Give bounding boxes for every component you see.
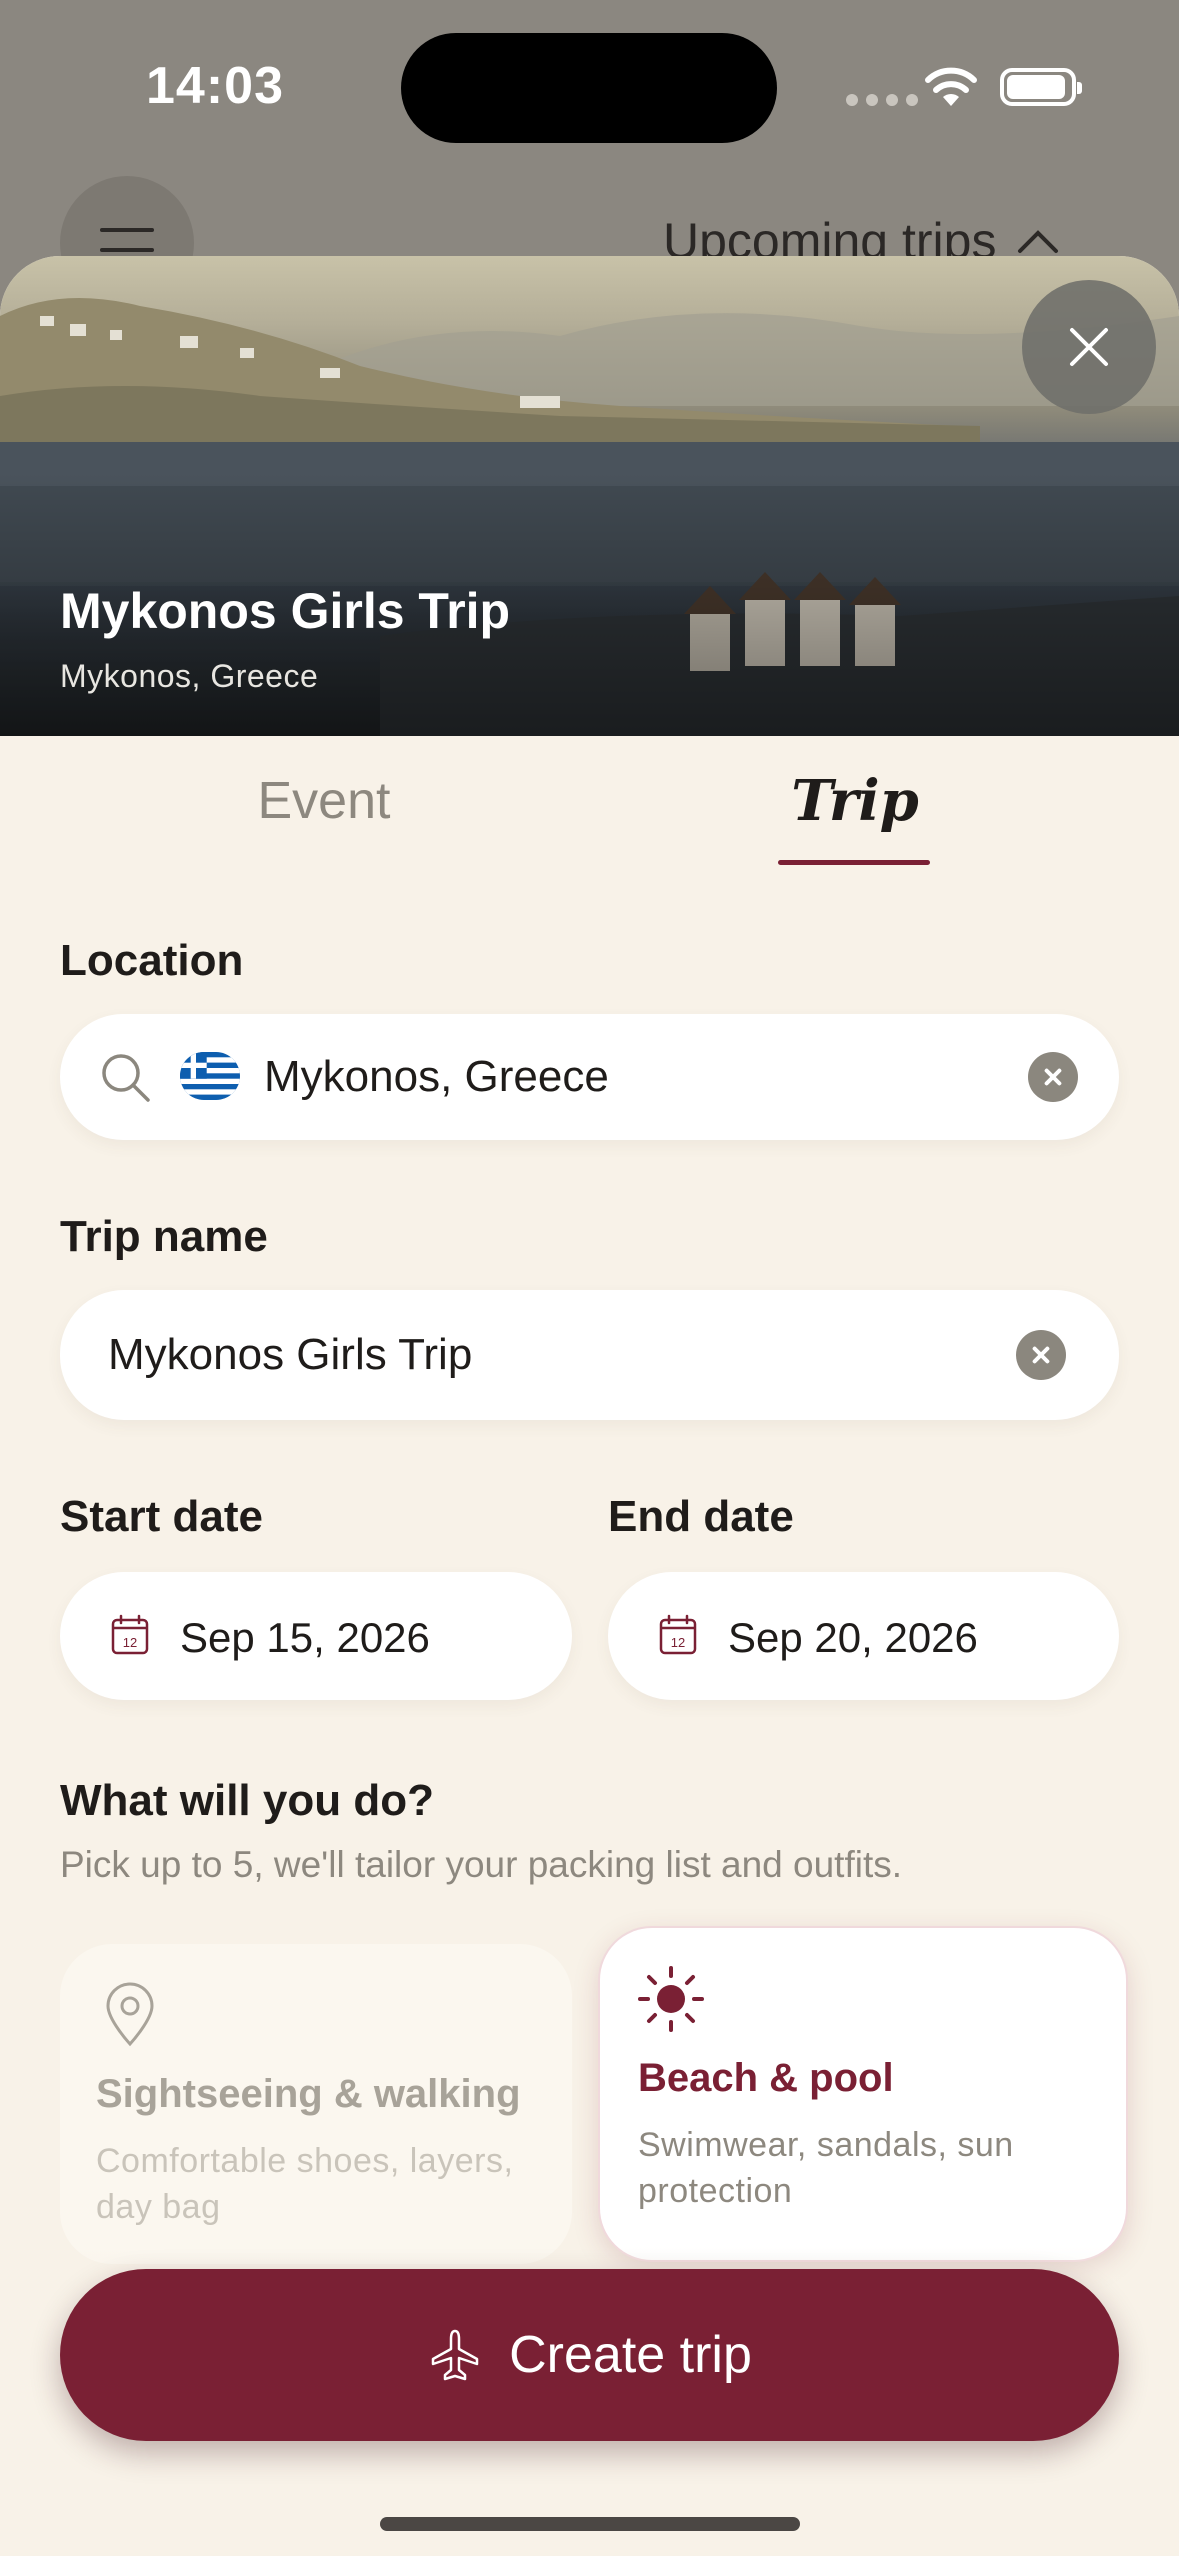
start-date-label: Start date	[60, 1492, 263, 1541]
location-label: Location	[60, 936, 244, 985]
hero-subtitle: Mykonos, Greece	[60, 658, 319, 694]
trip-name-label: Trip name	[60, 1212, 268, 1261]
tab-selected-indicator	[778, 860, 930, 865]
tab-trip[interactable]: Trip	[745, 736, 965, 866]
menu-line	[100, 228, 154, 232]
start-date-value: Sep 15, 2026	[180, 1614, 430, 1661]
trip-name-field[interactable]: Mykonos Girls Trip	[60, 1290, 1119, 1420]
tab-event[interactable]: Event	[0, 736, 648, 866]
activity-description: Comfortable shoes, layers, day bag	[96, 2142, 514, 2226]
location-search-field[interactable]: Mykonos, Greece	[60, 1014, 1119, 1140]
location-pin-icon	[106, 1982, 154, 2047]
end-date-field[interactable]: 12 Sep 20, 2026	[608, 1572, 1119, 1700]
end-date-label: End date	[608, 1492, 794, 1541]
calendar-icon-day: 12	[123, 1635, 137, 1650]
battery-icon	[1000, 68, 1082, 106]
activity-card-sightseeing[interactable]: Sightseeing & walking Comfortable shoes,…	[60, 1944, 572, 2264]
hero-title: Mykonos Girls Trip	[60, 583, 511, 639]
chevron-up-icon	[1018, 230, 1059, 253]
mode-tabs: Event Trip	[0, 736, 1179, 876]
greece-flag-icon	[180, 1052, 240, 1100]
clear-location-button[interactable]	[1028, 1052, 1078, 1102]
calendar-icon: 12	[111, 1614, 149, 1655]
home-indicator	[380, 2517, 800, 2531]
wifi-icon	[925, 67, 977, 106]
close-button[interactable]	[1022, 280, 1156, 414]
trip-name-value: Mykonos Girls Trip	[108, 1330, 473, 1379]
dynamic-island	[401, 33, 777, 143]
calendar-icon: 12	[659, 1614, 697, 1655]
activity-description: Swimwear, sandals, sun protection	[638, 2126, 1014, 2210]
activity-title: Sightseeing & walking	[96, 2072, 521, 2116]
calendar-icon-day: 12	[671, 1635, 685, 1650]
activity-title: Beach & pool	[638, 2056, 894, 2100]
status-time: 14:03	[146, 57, 284, 115]
close-icon	[1070, 328, 1108, 366]
activities-title: What will you do?	[60, 1776, 434, 1825]
activities-subtitle: Pick up to 5, we'll tailor your packing …	[60, 1844, 903, 1885]
location-value: Mykonos, Greece	[264, 1052, 609, 1101]
start-date-field[interactable]: 12 Sep 15, 2026	[60, 1572, 572, 1700]
airplane-icon	[431, 2329, 479, 2381]
cellular-signal-icon	[846, 94, 918, 106]
sun-icon	[638, 1966, 704, 2032]
search-icon	[102, 1054, 150, 1102]
clear-trip-name-button[interactable]	[1016, 1330, 1066, 1380]
create-trip-label: Create trip	[509, 2326, 752, 2384]
create-trip-sheet: Mykonos Girls Trip Mykonos, Greece Event…	[0, 256, 1179, 2556]
activity-card-beach[interactable]: Beach & pool Swimwear, sandals, sun prot…	[600, 1928, 1126, 2260]
hero-image: Mykonos Girls Trip Mykonos, Greece	[0, 256, 1179, 736]
end-date-value: Sep 20, 2026	[728, 1614, 978, 1661]
menu-line	[100, 248, 154, 252]
create-trip-button[interactable]: Create trip	[60, 2269, 1119, 2441]
